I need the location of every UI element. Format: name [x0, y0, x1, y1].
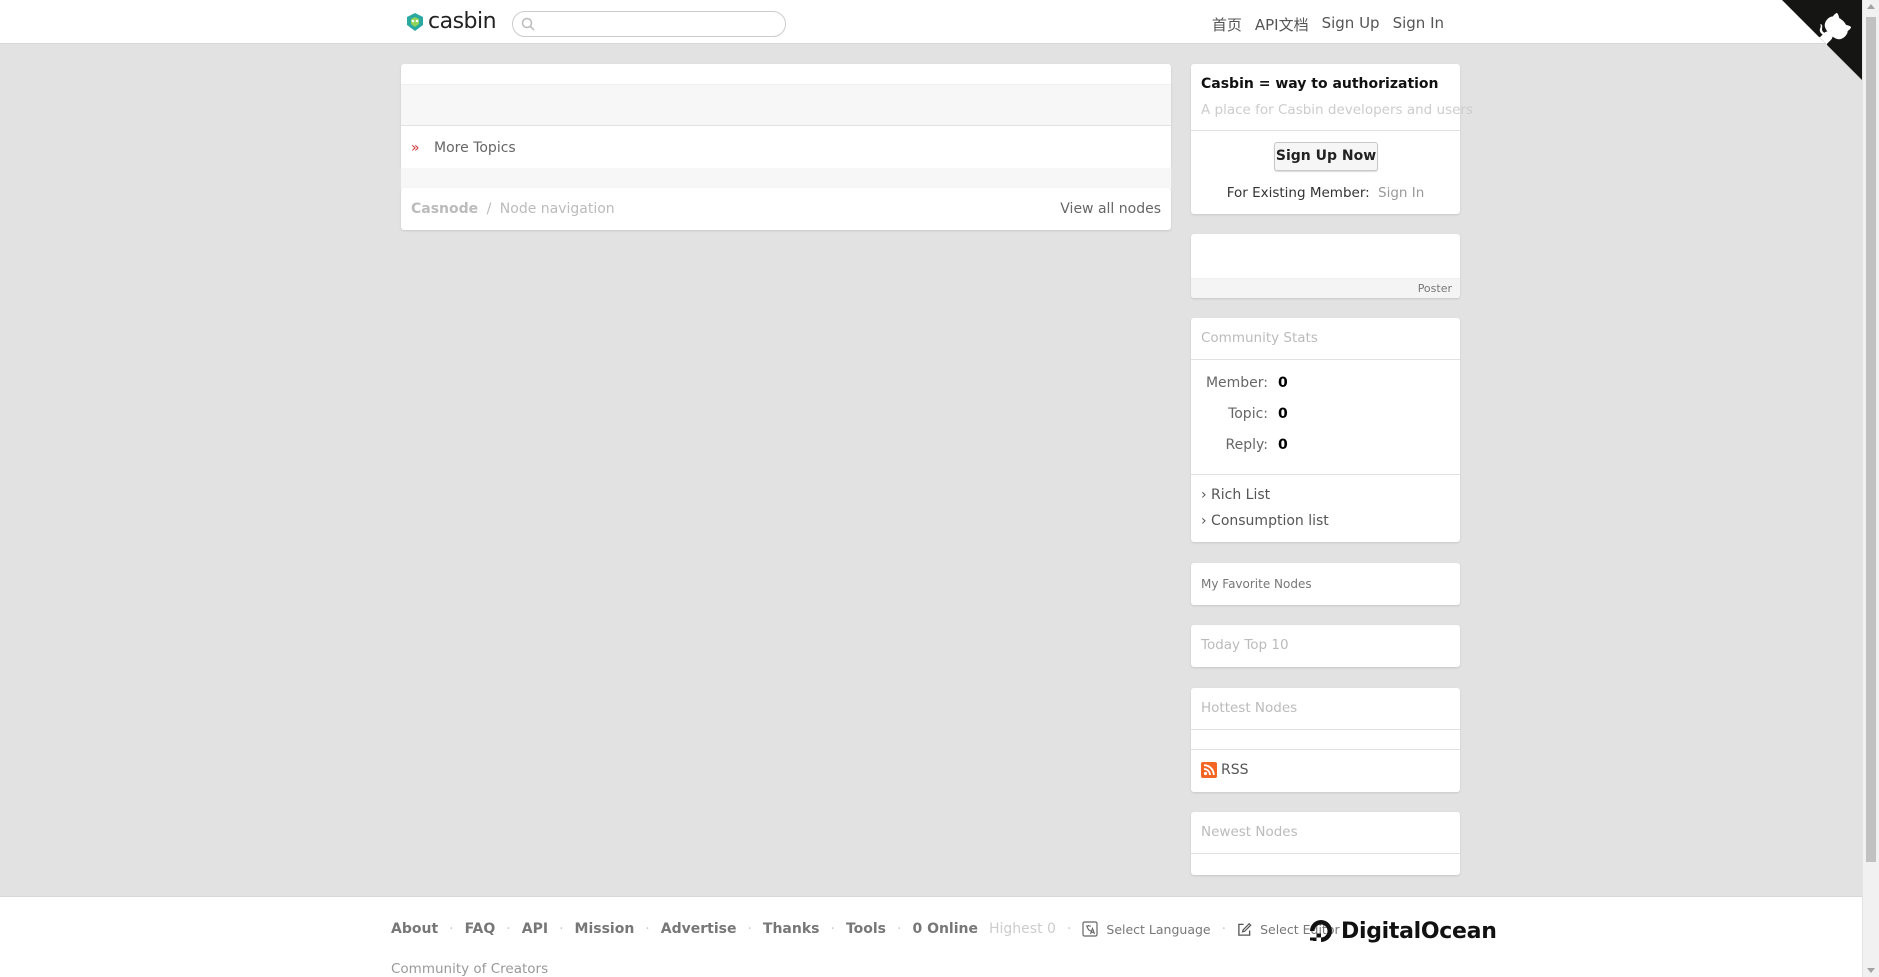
search-icon [521, 17, 535, 31]
breadcrumb-home[interactable]: Casnode [411, 201, 478, 217]
footer-separator: · [645, 921, 650, 937]
more-topics-label: More Topics [434, 140, 516, 156]
footer-separator: · [506, 921, 511, 937]
welcome-header: Casbin = way to authorization A place fo… [1191, 64, 1473, 131]
search-box[interactable] [512, 11, 786, 37]
site-tagline: Casbin = way to authorization [1201, 76, 1439, 92]
sidebar-sign-in-link[interactable]: Sign In [1378, 185, 1424, 201]
nav-home[interactable]: 首页 [1212, 14, 1242, 35]
poster-label[interactable]: Poster [1191, 278, 1460, 298]
github-octocat-icon [1782, 0, 1862, 80]
rss-icon [1201, 762, 1217, 778]
poster-box: Poster [1191, 234, 1460, 298]
community-stats-title: Community Stats [1191, 318, 1460, 360]
stat-value: 0 [1278, 437, 1288, 453]
footer-separator: · [449, 921, 454, 937]
stat-reply: Reply: 0 [1191, 436, 1460, 467]
footer-separator: · [1066, 921, 1072, 937]
sign-up-now-button[interactable]: Sign Up Now [1274, 142, 1378, 171]
digitalocean-logo-icon [1310, 920, 1332, 942]
breadcrumb-separator: / [486, 201, 492, 217]
rich-list-link[interactable]: › Rich List [1201, 487, 1450, 513]
view-all-nodes-link[interactable]: View all nodes [1060, 201, 1161, 217]
stat-label: Reply: [1225, 437, 1268, 453]
footer-separator: · [747, 921, 752, 937]
scroll-down-arrow-icon[interactable] [1867, 968, 1875, 973]
stat-label: Member: [1205, 375, 1268, 391]
footer-thanks-link[interactable]: Thanks [763, 921, 820, 937]
select-language-button[interactable]: Select Language [1082, 921, 1211, 937]
logo[interactable]: casbin [405, 9, 497, 34]
hottest-nodes-title: Hottest Nodes [1191, 688, 1460, 730]
footer-faq-link[interactable]: FAQ [465, 921, 496, 937]
newest-nodes-title: Newest Nodes [1191, 812, 1460, 854]
search-input[interactable] [539, 14, 779, 34]
footer-separator: · [1221, 921, 1227, 937]
top-nav: 首页 API文档 Sign Up Sign In [1212, 14, 1444, 35]
existing-member-line: For Existing Member: Sign In [1191, 185, 1460, 201]
stat-member: Member: 0 [1191, 374, 1460, 405]
rss-link[interactable]: RSS [1201, 762, 1249, 778]
favorite-nodes-box: My Favorite Nodes [1191, 563, 1460, 605]
topics-box: » More Topics [401, 64, 1171, 189]
more-topics-link[interactable]: » More Topics [401, 125, 1171, 168]
newest-nodes-box: Newest Nodes [1191, 812, 1460, 875]
footer-tools-link[interactable]: Tools [846, 921, 886, 937]
rss-label: RSS [1221, 762, 1249, 778]
community-stats-box: Community Stats Member: 0 Topic: 0 Reply… [1191, 318, 1460, 542]
more-topics-marker: » [411, 140, 420, 156]
online-count: 0 Online [912, 921, 978, 937]
today-top-title: Today Top 10 [1201, 637, 1289, 653]
site-subtitle: A place for Casbin developers and users [1201, 102, 1473, 118]
top-bar: casbin 首页 API文档 Sign Up Sign In [0, 0, 1862, 44]
breadcrumb-current: Node navigation [499, 201, 615, 217]
footer-separator: · [897, 921, 902, 937]
stat-value: 0 [1278, 375, 1288, 391]
scrollbar-thumb[interactable] [1866, 17, 1876, 862]
github-corner[interactable] [1782, 0, 1862, 80]
stats-list: Member: 0 Topic: 0 Reply: 0 [1191, 374, 1460, 467]
highest-online: Highest 0 [989, 921, 1056, 937]
footer: About · FAQ · API · Mission · Advertise … [0, 896, 1862, 977]
existing-member-label: For Existing Member: [1226, 185, 1370, 201]
casbin-logo-icon [405, 11, 425, 33]
logo-text: casbin [428, 9, 497, 34]
stat-topic: Topic: 0 [1191, 405, 1460, 436]
footer-api-link[interactable]: API [522, 921, 548, 937]
nav-api-docs[interactable]: API文档 [1255, 14, 1309, 35]
hottest-nodes-box: Hottest Nodes RSS [1191, 688, 1460, 792]
footer-about-link[interactable]: About [391, 921, 438, 937]
today-top-box: Today Top 10 [1191, 625, 1460, 667]
footer-community-text: Community of Creators [391, 961, 549, 977]
edit-icon [1238, 922, 1252, 936]
footer-mission-link[interactable]: Mission [575, 921, 635, 937]
footer-separator: · [830, 921, 835, 937]
footer-separator: · [559, 921, 564, 937]
stats-links: › Rich List › Consumption list [1191, 474, 1460, 551]
welcome-box: Casbin = way to authorization A place fo… [1191, 64, 1473, 214]
favorite-nodes-title: My Favorite Nodes [1201, 577, 1312, 591]
footer-links: About · FAQ · API · Mission · Advertise … [391, 921, 1340, 937]
stat-value: 0 [1278, 406, 1288, 422]
page-scrollbar[interactable] [1862, 0, 1879, 977]
stat-label: Topic: [1228, 406, 1268, 422]
digitalocean-text: DigitalOcean [1341, 918, 1497, 944]
digitalocean-sponsor[interactable]: DigitalOcean [1307, 917, 1497, 945]
node-navigation-box: Casnode / Node navigation View all nodes [401, 188, 1171, 230]
select-language-label: Select Language [1106, 921, 1211, 937]
translate-icon [1082, 921, 1098, 937]
nav-sign-up[interactable]: Sign Up [1322, 14, 1380, 35]
consumption-list-link[interactable]: › Consumption list [1201, 513, 1450, 539]
footer-advertise-link[interactable]: Advertise [661, 921, 737, 937]
hottest-nodes-list [1191, 730, 1460, 750]
scroll-up-arrow-icon[interactable] [1867, 4, 1875, 9]
nav-sign-in[interactable]: Sign In [1393, 14, 1444, 35]
